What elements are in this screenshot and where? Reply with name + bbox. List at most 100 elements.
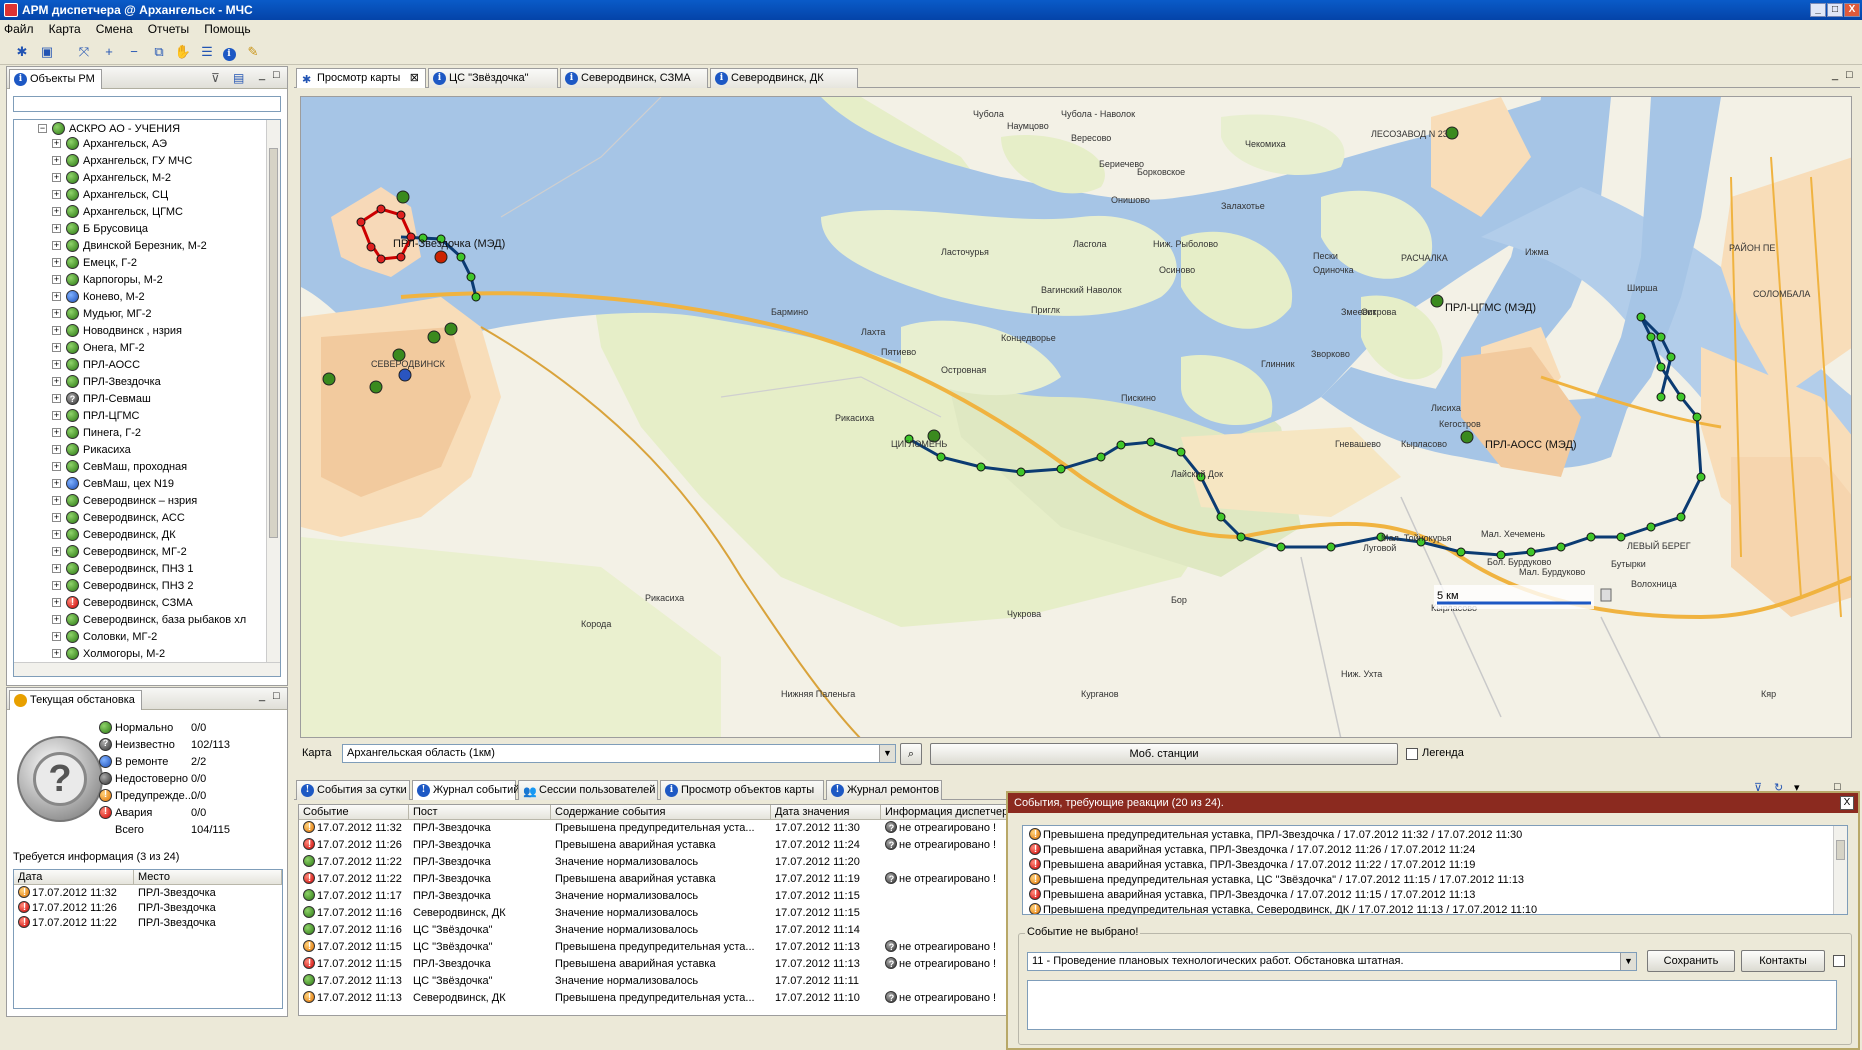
route-point[interactable] — [456, 252, 466, 262]
tab-cs-zvezdochka[interactable]: i ЦС "Звёздочка" — [428, 68, 558, 88]
route-point[interactable] — [1096, 452, 1106, 462]
route-point[interactable] — [366, 242, 376, 252]
menu-help[interactable]: Помощь — [204, 22, 250, 36]
route-point[interactable] — [356, 217, 366, 227]
route-point[interactable] — [1216, 512, 1226, 522]
expand-icon[interactable]: + — [52, 615, 61, 624]
tab-user-sessions[interactable]: 👥 Сессии пользователей — [518, 780, 658, 800]
table-row[interactable]: 17.07.2012 11:16 Северодвинск, ДК Значение… — [299, 906, 1007, 923]
col-content[interactable]: Содержание события — [551, 805, 771, 820]
route-point[interactable] — [1656, 392, 1666, 402]
legend-checkbox[interactable] — [1406, 748, 1418, 760]
expand-icon[interactable]: + — [52, 411, 61, 420]
expand-icon[interactable]: + — [52, 139, 61, 148]
route-point[interactable] — [1456, 547, 1466, 557]
objects-search-input[interactable] — [13, 96, 281, 112]
objects-tab[interactable]: i Объекты РМ — [9, 69, 102, 89]
col-post[interactable]: Пост — [409, 805, 551, 820]
route-point[interactable] — [1586, 532, 1596, 542]
situation-tab[interactable]: Текущая обстановка — [9, 690, 142, 710]
expand-icon[interactable]: + — [52, 649, 61, 658]
route-point[interactable] — [1676, 512, 1686, 522]
expand-icon[interactable]: + — [52, 394, 61, 403]
expand-icon[interactable]: + — [52, 275, 61, 284]
table-cell-place[interactable]: ПРЛ-Звездочка — [134, 916, 282, 930]
route-point[interactable] — [1666, 352, 1676, 362]
route-point[interactable] — [1326, 542, 1336, 552]
route-point[interactable] — [976, 462, 986, 472]
expand-icon[interactable]: + — [52, 173, 61, 182]
table-row[interactable]: 17.07.2012 11:32ПРЛ-ЗвездочкаПревышена п… — [299, 821, 1007, 838]
route-point[interactable] — [1116, 440, 1126, 450]
route-point[interactable] — [396, 252, 406, 262]
tab-repair-log[interactable]: ! Журнал ремонтов — [826, 780, 942, 800]
col-dispatcher-info[interactable]: Информация диспетчер — [881, 805, 1007, 820]
popup-scroll-thumb[interactable] — [1836, 840, 1845, 860]
expand-icon[interactable]: + — [52, 445, 61, 454]
route-point[interactable] — [1616, 532, 1626, 542]
save-button[interactable]: Сохранить — [1647, 950, 1735, 972]
fit-extent-icon[interactable]: ⤧ — [75, 43, 93, 61]
layers-icon[interactable]: ⧉ — [150, 43, 168, 61]
list-item[interactable]: Превышена предупредительная уставка, ПРЛ… — [1025, 828, 1833, 842]
tab-event-log[interactable]: ! Журнал событий — [412, 780, 519, 800]
col-date[interactable]: Дата — [14, 870, 134, 885]
route-point[interactable] — [376, 254, 386, 264]
map-zoom-handle[interactable] — [1600, 588, 1612, 602]
panel-minimize-icon[interactable]: _ — [259, 690, 265, 702]
list-item[interactable]: Превышена предупредительная уставка, Сев… — [1025, 903, 1833, 914]
expand-icon[interactable]: + — [52, 258, 61, 267]
tree-scroll-thumb[interactable] — [269, 148, 278, 538]
route-point[interactable] — [471, 292, 481, 302]
tree-scrollbar-v[interactable] — [266, 120, 280, 664]
layout-icon[interactable]: ▤ — [233, 71, 244, 85]
route-point[interactable] — [1656, 332, 1666, 342]
panel-minimize-icon[interactable]: _ — [1832, 69, 1838, 81]
expand-icon[interactable]: + — [52, 547, 61, 556]
route-point[interactable] — [1646, 332, 1656, 342]
table-row[interactable]: 17.07.2012 11:26ПРЛ-ЗвездочкаПревышена а… — [299, 838, 1007, 855]
menu-file[interactable]: Файл — [4, 22, 34, 36]
route-point[interactable] — [1176, 447, 1186, 457]
expand-icon[interactable]: + — [52, 462, 61, 471]
expand-icon[interactable]: + — [52, 156, 61, 165]
panel-maximize-icon[interactable]: □ — [1846, 69, 1853, 81]
expand-icon[interactable]: + — [52, 343, 61, 352]
tab-close-icon[interactable]: ⊠ — [410, 69, 419, 88]
list-item[interactable]: Превышена аварийная уставка, ПРЛ-Звездоч… — [1025, 888, 1833, 902]
route-point[interactable] — [1276, 542, 1286, 552]
expand-icon[interactable]: + — [52, 190, 61, 199]
collapse-icon[interactable]: − — [38, 124, 47, 133]
expand-icon[interactable]: + — [52, 479, 61, 488]
table-row[interactable]: 17.07.2012 11:13 ЦС "Звёздочка" Значение н… — [299, 974, 1007, 991]
expand-icon[interactable]: + — [52, 241, 61, 250]
route-point[interactable] — [1646, 522, 1656, 532]
col-date-value[interactable]: Дата значения — [771, 805, 881, 820]
route-point[interactable] — [396, 210, 406, 220]
route-point[interactable] — [1676, 392, 1686, 402]
expand-icon[interactable]: + — [52, 513, 61, 522]
popup-checkbox[interactable] — [1833, 955, 1845, 967]
filter-icon[interactable]: ⊽ — [211, 71, 220, 85]
expand-icon[interactable]: + — [52, 530, 61, 539]
zoom-in-icon[interactable]: + — [100, 43, 118, 61]
route-point[interactable] — [1636, 312, 1646, 322]
map-search-button[interactable]: ⌕ — [900, 743, 922, 765]
route-point[interactable] — [1056, 464, 1066, 474]
list-item[interactable]: Превышена аварийная уставка, ПРЛ-Звездоч… — [1025, 843, 1833, 857]
expand-icon[interactable]: + — [52, 207, 61, 216]
route-point[interactable] — [1692, 412, 1702, 422]
list-item[interactable]: Превышена предупредительная уставка, ЦС … — [1025, 873, 1833, 887]
table-cell-place[interactable]: ПРЛ-Звездочка — [134, 901, 282, 915]
save-icon[interactable]: ▣ — [38, 43, 56, 61]
route-point[interactable] — [466, 272, 476, 282]
route-point[interactable] — [376, 204, 386, 214]
expand-icon[interactable]: + — [52, 598, 61, 607]
route-point[interactable] — [936, 452, 946, 462]
panel-minimize-icon[interactable]: _ — [259, 69, 265, 81]
expand-icon[interactable]: + — [52, 581, 61, 590]
pencil-icon[interactable]: ✎ — [244, 43, 262, 61]
table-row[interactable]: 17.07.2012 11:22 ПРЛ-Звездочка Значение но… — [299, 855, 1007, 872]
menu-reports[interactable]: Отчеты — [148, 22, 189, 36]
expand-icon[interactable]: + — [52, 564, 61, 573]
